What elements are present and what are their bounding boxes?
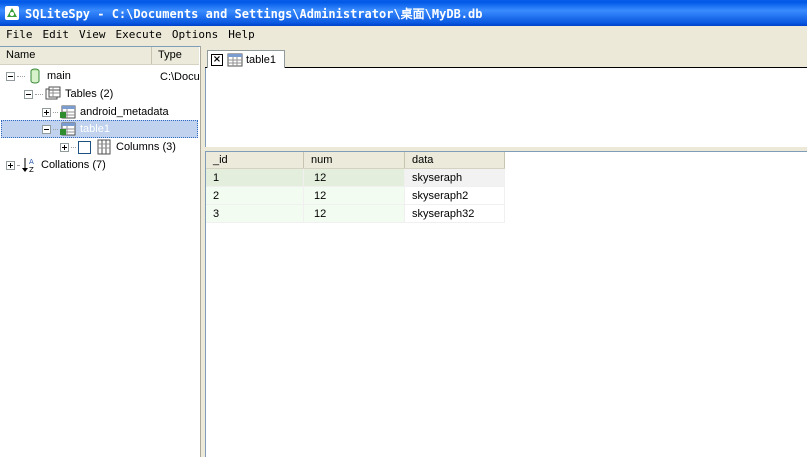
tree-node-tables[interactable]: Tables (2) — [24, 85, 113, 103]
schema-tree-panel[interactable]: Name Type main C:\Documents and Settings… — [0, 46, 201, 457]
tree-connector — [53, 111, 58, 113]
tree-node-collations[interactable]: A Z Collations (7) — [6, 156, 106, 174]
tree-node-collations-label: Collations (7) — [41, 159, 106, 171]
tree-connector — [71, 146, 76, 148]
menu-help[interactable]: Help — [223, 26, 260, 44]
results-grid[interactable]: _id num data 1 12 skyseraph 2 12 skysera… — [205, 151, 807, 457]
tab-table1[interactable]: × table1 — [207, 50, 285, 69]
menu-edit[interactable]: Edit — [38, 26, 75, 44]
tree-node-tables-label: Tables (2) — [65, 88, 114, 100]
database-icon — [30, 68, 40, 84]
cell-data[interactable]: skyseraph2 — [405, 187, 505, 205]
tree-node-columns[interactable]: Columns (3) — [60, 138, 176, 156]
menu-execute[interactable]: Execute — [111, 26, 167, 44]
collapse-icon[interactable] — [6, 71, 15, 81]
cell-num[interactable]: 12 — [304, 169, 405, 187]
tree-node-main-label: main — [47, 70, 71, 82]
tree-connector — [53, 128, 58, 130]
cell-data[interactable]: skyseraph — [405, 169, 505, 187]
title-bar[interactable]: SQLiteSpy - C:\Documents and Settings\Ad… — [0, 0, 807, 26]
query-panel: × table1 _id num data 1 12 skyseraph 2 1… — [205, 46, 807, 457]
cell-id[interactable]: 1 — [206, 169, 304, 187]
table-row[interactable]: 1 12 skyseraph — [206, 169, 505, 187]
menu-bar: File Edit View Execute Options Help — [0, 26, 807, 44]
columns-icon — [97, 139, 111, 155]
tree-node-table1-label: table1 — [80, 123, 110, 135]
tab-table1-label: table1 — [246, 54, 276, 66]
table-icon — [60, 105, 76, 119]
tree-header-type[interactable]: Type — [152, 47, 199, 64]
menu-view[interactable]: View — [74, 26, 111, 44]
results-header: _id num data — [206, 152, 505, 169]
close-icon[interactable]: × — [211, 54, 223, 66]
tree-node-main-type: C:\Documents and Settings\Administrator\… — [160, 71, 199, 83]
cell-id[interactable]: 3 — [206, 205, 304, 223]
collapse-icon[interactable] — [24, 89, 33, 99]
column-header-data[interactable]: data — [405, 152, 505, 168]
cell-id[interactable]: 2 — [206, 187, 304, 205]
table-row[interactable]: 3 12 skyseraph32 — [206, 205, 505, 223]
columns-checkbox[interactable] — [78, 140, 91, 154]
tree-node-table1[interactable]: table1 — [1, 120, 198, 138]
menu-file[interactable]: File — [1, 26, 38, 44]
tree-connector — [17, 164, 19, 166]
table-row[interactable]: 2 12 skyseraph2 — [206, 187, 505, 205]
expand-icon[interactable] — [42, 107, 51, 117]
cell-num[interactable]: 12 — [304, 205, 405, 223]
expand-icon[interactable] — [60, 142, 69, 152]
tree-node-android-metadata-label: android_metadata — [80, 106, 169, 118]
tree-header-name[interactable]: Name — [0, 47, 152, 64]
collapse-icon[interactable] — [42, 124, 51, 134]
svg-text:A: A — [29, 158, 34, 166]
tree-node-columns-label: Columns (3) — [116, 141, 176, 153]
menu-options[interactable]: Options — [167, 26, 223, 44]
tables-icon — [45, 86, 61, 100]
tab-strip: × table1 — [205, 46, 807, 69]
expand-icon[interactable] — [6, 160, 15, 170]
app-icon — [5, 6, 19, 20]
tree-header: Name Type — [0, 47, 199, 65]
tree-node-android-metadata[interactable]: android_metadata — [42, 103, 169, 121]
column-header-id[interactable]: _id — [206, 152, 304, 168]
column-header-num[interactable]: num — [304, 152, 405, 168]
table-icon — [227, 53, 243, 67]
sort-az-icon: A Z — [22, 158, 34, 173]
sql-editor[interactable] — [205, 68, 807, 147]
table-icon — [60, 122, 76, 136]
window-title: SQLiteSpy - C:\Documents and Settings\Ad… — [25, 6, 483, 21]
cell-num[interactable]: 12 — [304, 187, 405, 205]
tree-connector — [35, 93, 43, 95]
cell-data[interactable]: skyseraph32 — [405, 205, 505, 223]
tree-connector — [17, 75, 25, 77]
svg-text:Z: Z — [29, 166, 34, 173]
